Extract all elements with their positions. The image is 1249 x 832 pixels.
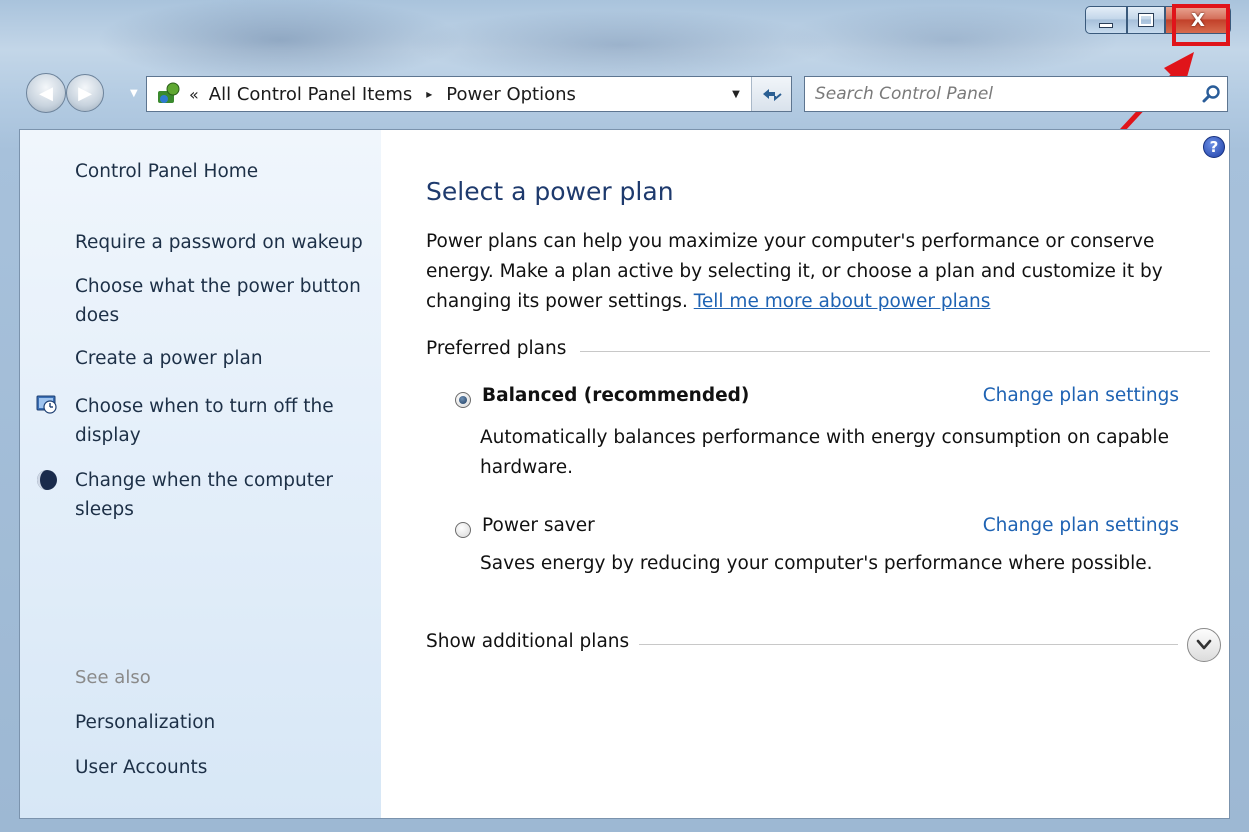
balanced-plan-description: Automatically balances performance with … bbox=[480, 427, 1169, 478]
refresh-button[interactable] bbox=[751, 77, 791, 111]
preferred-plans-divider bbox=[580, 351, 1210, 352]
window-frame: X ◀ ▶ ▼ « All Control Panel Items ▸ Powe… bbox=[0, 0, 1249, 832]
balanced-radio[interactable] bbox=[455, 392, 471, 408]
power-saver-plan-name[interactable]: Power saver bbox=[482, 515, 595, 536]
address-overflow-chevron[interactable]: « bbox=[189, 85, 199, 104]
back-arrow-icon: ◀ bbox=[39, 82, 53, 104]
forward-arrow-icon: ▶ bbox=[78, 82, 92, 104]
sleep-moon-icon bbox=[37, 470, 57, 490]
refresh-icon bbox=[762, 89, 782, 102]
back-button[interactable]: ◀ bbox=[26, 73, 66, 113]
content-area: Control Panel Home Require a password on… bbox=[19, 129, 1230, 819]
minimize-icon bbox=[1099, 22, 1113, 28]
preferred-plans-label: Preferred plans bbox=[426, 338, 577, 359]
search-box[interactable] bbox=[804, 76, 1228, 112]
breadcrumb-separator[interactable]: ▸ bbox=[426, 87, 432, 101]
search-icon[interactable] bbox=[1197, 79, 1227, 109]
sidebar: Control Panel Home Require a password on… bbox=[20, 130, 381, 818]
maximize-button[interactable] bbox=[1127, 6, 1165, 34]
breadcrumb-power-options[interactable]: Power Options bbox=[446, 84, 576, 105]
maximize-icon bbox=[1138, 13, 1154, 27]
close-highlight-box bbox=[1172, 4, 1230, 46]
control-panel-icon bbox=[153, 79, 185, 109]
search-input[interactable] bbox=[815, 79, 1197, 109]
display-clock-icon bbox=[36, 395, 57, 414]
intro-text: Power plans can help you maximize your c… bbox=[426, 227, 1206, 317]
tell-me-more-link[interactable]: Tell me more about power plans bbox=[694, 291, 991, 312]
sidebar-item-power-button[interactable]: Choose what the power button does bbox=[75, 272, 375, 330]
chevron-down-icon[interactable]: ▼ bbox=[130, 88, 138, 99]
sidebar-item-require-password[interactable]: Require a password on wakeup bbox=[75, 228, 363, 257]
minimize-button[interactable] bbox=[1085, 6, 1127, 34]
sidebar-item-turn-off-display[interactable]: Choose when to turn off the display bbox=[75, 392, 365, 450]
power-saver-plan-description: Saves energy by reducing your computer's… bbox=[480, 553, 1153, 574]
address-dropdown-button[interactable]: ▼ bbox=[719, 77, 753, 111]
sidebar-item-control-panel-home[interactable]: Control Panel Home bbox=[75, 157, 258, 186]
balanced-plan-name[interactable]: Balanced (recommended) bbox=[482, 385, 749, 406]
address-bar[interactable]: « All Control Panel Items ▸ Power Option… bbox=[146, 76, 792, 112]
power-saver-change-settings-link[interactable]: Change plan settings bbox=[983, 515, 1179, 536]
breadcrumb-all-control-panel-items[interactable]: All Control Panel Items bbox=[209, 84, 412, 105]
forward-button[interactable]: ▶ bbox=[66, 74, 104, 112]
sidebar-item-computer-sleeps[interactable]: Change when the computer sleeps bbox=[75, 466, 365, 524]
show-additional-plans-label[interactable]: Show additional plans bbox=[426, 631, 640, 652]
chevron-down-icon bbox=[1196, 639, 1212, 650]
additional-plans-divider bbox=[630, 644, 1178, 645]
sidebar-item-user-accounts[interactable]: User Accounts bbox=[75, 753, 207, 782]
power-saver-radio[interactable] bbox=[455, 522, 471, 538]
page-title: Select a power plan bbox=[426, 177, 674, 206]
see-also-label: See also bbox=[75, 667, 151, 688]
help-icon[interactable]: ? bbox=[1203, 136, 1225, 158]
expand-additional-plans-button[interactable] bbox=[1187, 628, 1221, 662]
sidebar-item-create-plan[interactable]: Create a power plan bbox=[75, 344, 263, 373]
balanced-change-settings-link[interactable]: Change plan settings bbox=[983, 385, 1179, 406]
sidebar-item-personalization[interactable]: Personalization bbox=[75, 708, 215, 737]
